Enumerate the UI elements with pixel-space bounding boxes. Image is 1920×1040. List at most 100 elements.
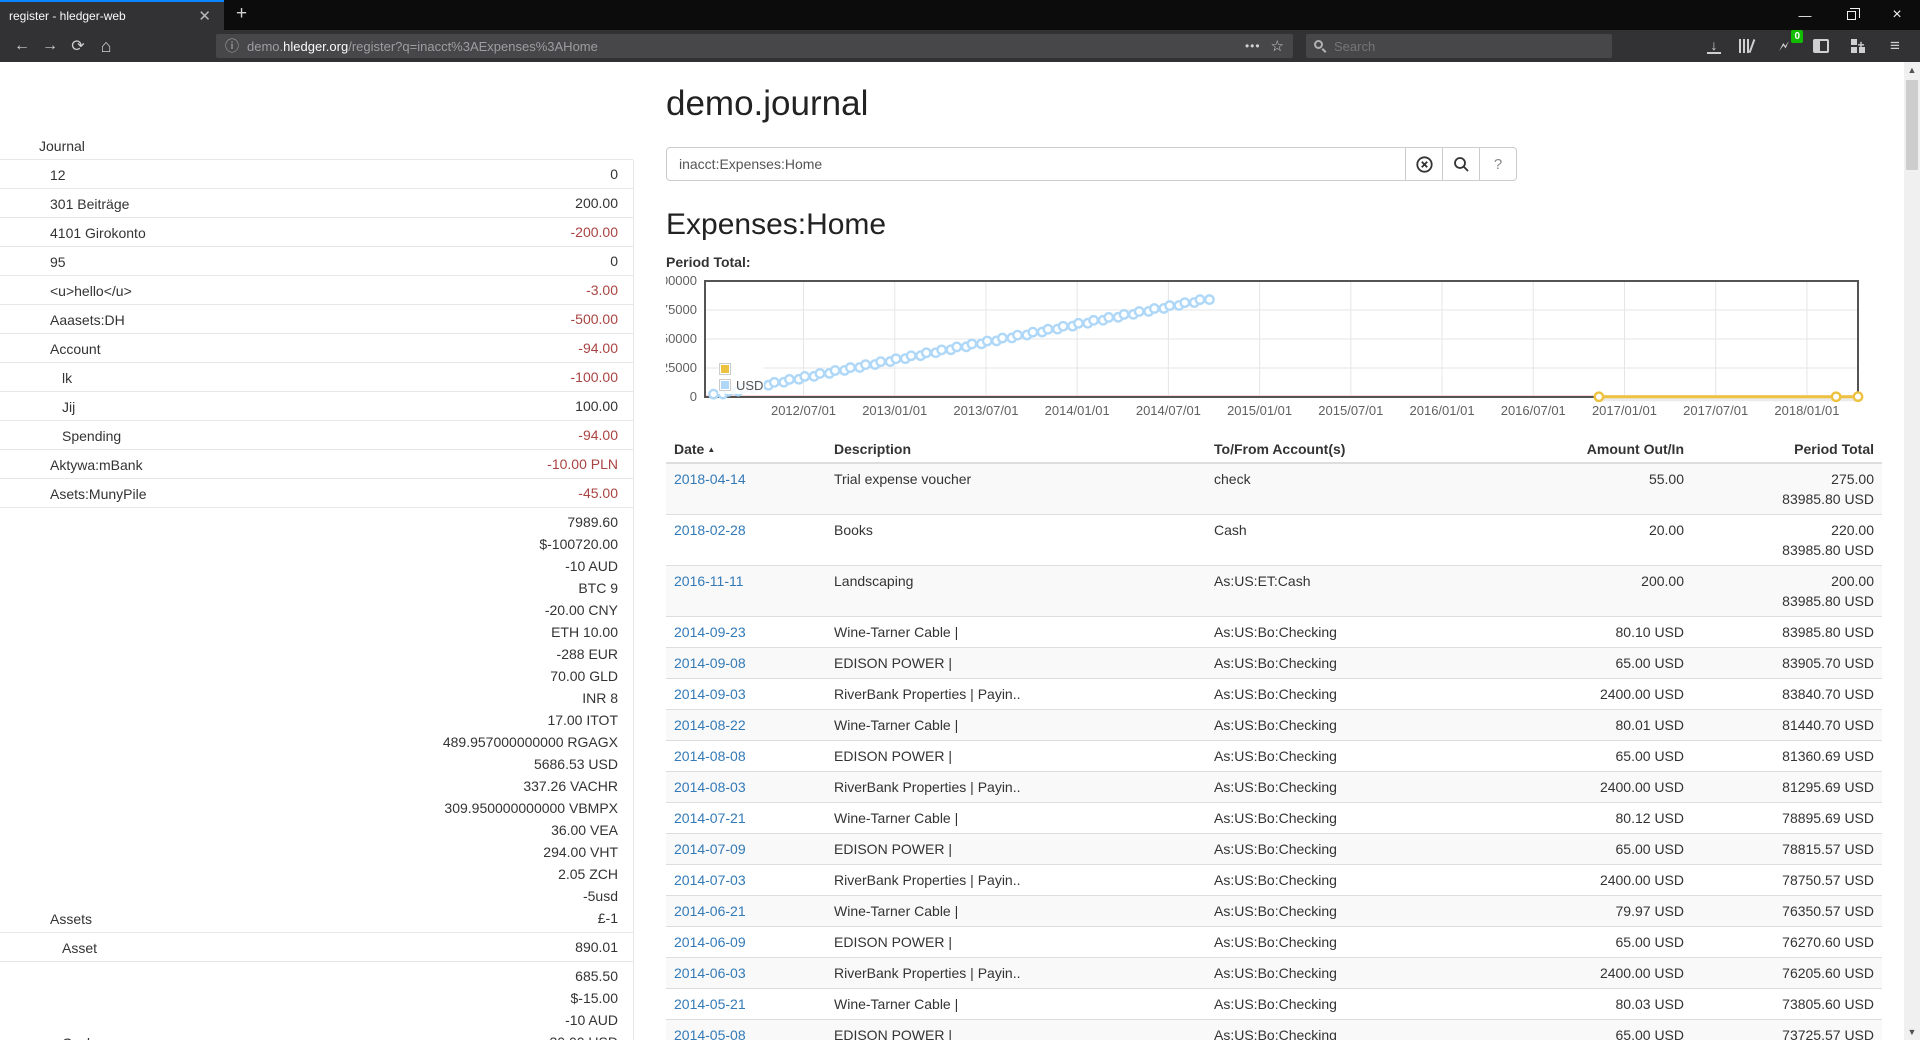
scrollbar-thumb[interactable] — [1906, 80, 1918, 170]
transaction-date-link[interactable]: 2014-09-23 — [674, 624, 746, 640]
browser-tab[interactable]: register - hledger-web ✕ — [0, 0, 224, 30]
sidebar-account-link[interactable]: Spending — [0, 426, 121, 446]
reload-button[interactable]: ⟳ — [64, 33, 92, 59]
sidebar-account-link[interactable]: 4101 Girokonto — [0, 223, 146, 243]
extensions-grid-icon[interactable]: + — [1847, 35, 1869, 57]
register-row[interactable]: 2014-05-08EDISON POWER |As:US:Bo:Checkin… — [666, 1020, 1882, 1040]
transaction-date-link[interactable]: 2014-07-21 — [674, 810, 746, 826]
register-row[interactable]: 2014-09-03RiverBank Properties | Payin..… — [666, 679, 1882, 710]
help-button[interactable]: ? — [1480, 147, 1517, 181]
column-header-period-total[interactable]: Period Total — [1692, 436, 1882, 463]
sidebar-account-row: Asset890.01 — [0, 933, 633, 962]
sidebar-account-link[interactable]: 301 Beiträge — [0, 194, 129, 214]
url-bar[interactable]: ⓘ demo.hledger.org/register?q=inacct%3AE… — [216, 34, 1293, 58]
column-header-description[interactable]: Description — [826, 436, 1206, 463]
sidebar-account-link[interactable]: Aktywa:mBank — [0, 455, 143, 475]
transaction-date-link[interactable]: 2018-02-28 — [674, 522, 746, 538]
site-info-icon[interactable]: ⓘ — [225, 36, 239, 56]
transaction-date-link[interactable]: 2014-05-08 — [674, 1027, 746, 1040]
window-close-button[interactable]: × — [1874, 0, 1920, 30]
balance-amount: -288 EUR — [443, 643, 618, 665]
period-total-amount: 83985.80 USD — [1692, 617, 1882, 648]
register-row[interactable]: 2014-06-21Wine-Tarner Cable |As:US:Bo:Ch… — [666, 896, 1882, 927]
sidebar-account-link[interactable]: <u>hello</u> — [0, 281, 132, 301]
register-row[interactable]: 2014-08-22Wine-Tarner Cable |As:US:Bo:Ch… — [666, 710, 1882, 741]
new-tab-button[interactable]: + — [224, 0, 259, 30]
chart-canvas: 02500050000750001000002012/07/012013/01/… — [666, 276, 1866, 424]
transaction-date-link[interactable]: 2014-07-03 — [674, 872, 746, 888]
clear-query-button[interactable] — [1406, 147, 1443, 181]
transaction-date-link[interactable]: 2018-04-14 — [674, 471, 746, 487]
sidebar-account-link[interactable]: Asset — [0, 938, 97, 958]
browser-search-input[interactable] — [1334, 39, 1574, 54]
sidebar-account-link[interactable]: Cash — [0, 1033, 95, 1040]
svg-text:2017/07/01: 2017/07/01 — [1683, 403, 1748, 418]
transaction-date-link[interactable]: 2014-09-08 — [674, 655, 746, 671]
sidebar-account-link[interactable]: Asets:MunyPile — [0, 484, 146, 504]
sidebar-account-row: Cash685.50$-15.00-10 AUD-30.00 USD — [0, 962, 633, 1040]
register-row[interactable]: 2014-07-09EDISON POWER |As:US:Bo:Checkin… — [666, 834, 1882, 865]
sidebar-account-link[interactable]: 95 — [0, 252, 66, 272]
register-row[interactable]: 2018-04-14Trial expense vouchercheck55.0… — [666, 463, 1882, 515]
column-header-accounts[interactable]: To/From Account(s) — [1206, 436, 1536, 463]
page-actions-icon[interactable]: ••• — [1245, 39, 1261, 53]
register-row[interactable]: 2018-02-28BooksCash20.00220.0083985.80 U… — [666, 515, 1882, 566]
menu-icon[interactable]: ≡ — [1884, 35, 1906, 57]
register-row[interactable]: 2014-06-09EDISON POWER |As:US:Bo:Checkin… — [666, 927, 1882, 958]
tab-close-icon[interactable]: ✕ — [194, 7, 215, 25]
extension-zotero-icon[interactable]: 🗲0 — [1773, 35, 1795, 57]
sidebar-account-link[interactable]: 12 — [0, 165, 66, 185]
transaction-date-link[interactable]: 2014-06-03 — [674, 965, 746, 981]
transaction-date-link[interactable]: 2014-09-03 — [674, 686, 746, 702]
register-row[interactable]: 2014-05-21Wine-Tarner Cable |As:US:Bo:Ch… — [666, 989, 1882, 1020]
register-row[interactable]: 2014-09-08EDISON POWER |As:US:Bo:Checkin… — [666, 648, 1882, 679]
register-row[interactable]: 2014-08-08EDISON POWER |As:US:Bo:Checkin… — [666, 741, 1882, 772]
transaction-date-link[interactable]: 2014-06-09 — [674, 934, 746, 950]
back-button[interactable]: ← — [8, 33, 36, 59]
downloads-icon[interactable]: ↓ — [1707, 38, 1721, 54]
page-scrollbar[interactable]: ▲ ▼ — [1904, 62, 1920, 1040]
transaction-date-link[interactable]: 2014-07-09 — [674, 841, 746, 857]
transaction-date-link[interactable]: 2014-05-21 — [674, 996, 746, 1012]
svg-text:2014/01/01: 2014/01/01 — [1045, 403, 1110, 418]
main-content: demo.journal ? Expenses — [633, 62, 1904, 1040]
column-header-amount[interactable]: Amount Out/In — [1536, 436, 1692, 463]
window-restore-button[interactable] — [1828, 0, 1874, 30]
transaction-amount: 2400.00 USD — [1536, 679, 1692, 710]
sidebar-account-link[interactable]: Account — [0, 339, 101, 359]
transaction-date-link[interactable]: 2014-08-22 — [674, 717, 746, 733]
transaction-amount: 65.00 USD — [1536, 1020, 1692, 1040]
window-minimize-button[interactable]: — — [1782, 0, 1828, 30]
register-row[interactable]: 2014-07-21Wine-Tarner Cable |As:US:Bo:Ch… — [666, 803, 1882, 834]
bookmark-star-icon[interactable]: ☆ — [1271, 37, 1284, 55]
library-icon[interactable] — [1736, 35, 1758, 57]
sidebar-account-link[interactable]: lk — [0, 368, 72, 388]
column-header-date[interactable]: Date▲ — [666, 436, 826, 463]
svg-text:2016/01/01: 2016/01/01 — [1410, 403, 1475, 418]
home-button[interactable]: ⌂ — [92, 33, 120, 59]
sidebar-account-link[interactable]: Aaasets:DH — [0, 310, 125, 330]
transaction-date-link[interactable]: 2014-08-03 — [674, 779, 746, 795]
legend-entry: USD — [719, 377, 763, 393]
register-row[interactable]: 2016-11-11LandscapingAs:US:ET:Cash200.00… — [666, 566, 1882, 617]
browser-search-bar[interactable] — [1306, 34, 1612, 58]
sidebar-item-journal[interactable]: Journal — [0, 135, 633, 160]
transaction-date-link[interactable]: 2016-11-11 — [674, 573, 744, 589]
transaction-amount: 65.00 USD — [1536, 834, 1692, 865]
register-row[interactable]: 2014-09-23Wine-Tarner Cable |As:US:Bo:Ch… — [666, 617, 1882, 648]
sidebar-toggle-icon[interactable] — [1810, 35, 1832, 57]
transaction-date-link[interactable]: 2014-06-21 — [674, 903, 746, 919]
search-button[interactable] — [1443, 147, 1480, 181]
sidebar-account-link[interactable]: Jij — [0, 397, 75, 417]
sidebar-account-link[interactable]: Assets — [0, 909, 92, 929]
register-row[interactable]: 2014-08-03RiverBank Properties | Payin..… — [666, 772, 1882, 803]
query-input[interactable] — [666, 147, 1406, 181]
register-row[interactable]: 2014-06-03RiverBank Properties | Payin..… — [666, 958, 1882, 989]
register-row[interactable]: 2014-07-03RiverBank Properties | Payin..… — [666, 865, 1882, 896]
transaction-date-link[interactable]: 2014-08-08 — [674, 748, 746, 764]
scroll-down-arrow[interactable]: ▼ — [1904, 1024, 1920, 1040]
transaction-description: Books — [826, 515, 1206, 566]
balance-amount: 36.00 VEA — [443, 819, 618, 841]
forward-button[interactable]: → — [36, 33, 64, 59]
scroll-up-arrow[interactable]: ▲ — [1904, 62, 1920, 78]
